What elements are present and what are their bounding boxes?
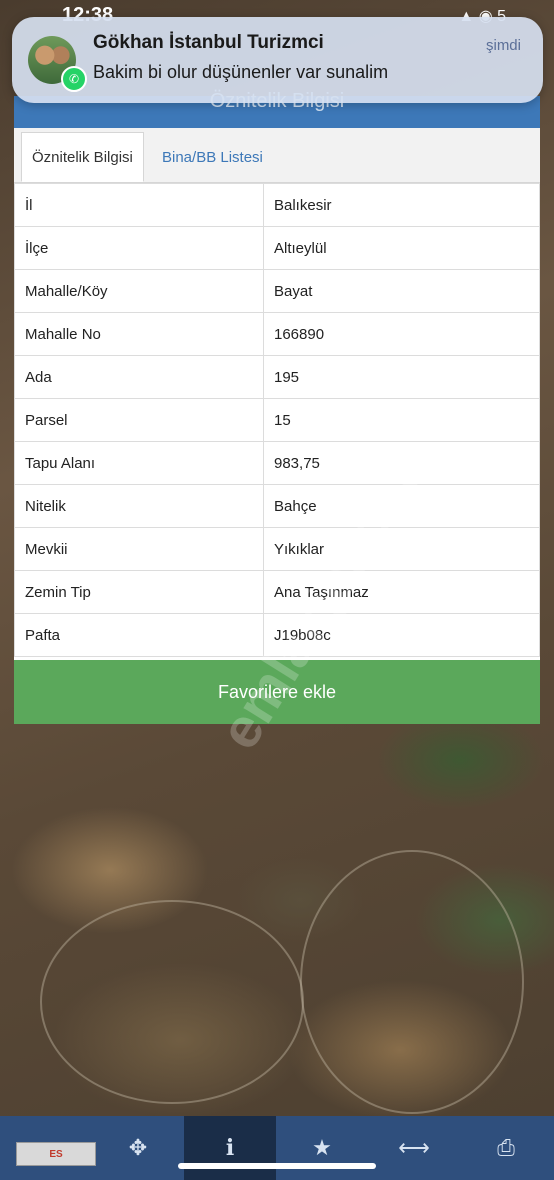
add-favorite-button[interactable]: Favorilere ekle [14, 660, 540, 724]
attribute-key: Nitelik [14, 484, 264, 528]
attribute-key: Zemin Tip [14, 570, 264, 614]
table-row: İlçe Altıeylül [14, 226, 540, 270]
table-row: Mahalle/Köy Bayat [14, 269, 540, 313]
attribute-key: Mahalle No [14, 312, 264, 356]
table-row: Ada 195 [14, 355, 540, 399]
attribute-key: Ada [14, 355, 264, 399]
attribute-value: 15 [263, 398, 540, 442]
bottom-toolbar: ES ✥ i ★ ⟷ ⎙ [0, 1116, 554, 1180]
attribute-key: Mevkii [14, 527, 264, 571]
table-row: Mahalle No 166890 [14, 312, 540, 356]
map-road [40, 900, 304, 1104]
attribute-key: Mahalle/Köy [14, 269, 264, 313]
home-indicator[interactable] [178, 1163, 376, 1169]
tab-attribute-info[interactable]: Öznitelik Bilgisi [21, 132, 144, 182]
notification-banner[interactable]: ✆ Gökhan İstanbul Turizmci Bakim bi olur… [12, 17, 543, 103]
attribute-key: Tapu Alanı [14, 441, 264, 485]
info-icon[interactable]: i [184, 1116, 276, 1180]
table-row: Nitelik Bahçe [14, 484, 540, 528]
table-row: Zemin Tip Ana Taşınmaz [14, 570, 540, 614]
attribute-value: 195 [263, 355, 540, 399]
whatsapp-icon: ✆ [61, 66, 87, 92]
print-icon[interactable]: ⎙ [460, 1116, 552, 1180]
attribute-key: Pafta [14, 613, 264, 657]
tab-bar: Öznitelik Bilgisi Bina/BB Listesi [14, 128, 540, 183]
attribute-value: Yıkıklar [263, 527, 540, 571]
attribute-panel: Öznitelik Bilgisi Bina/BB Listesi İl Balı… [14, 128, 540, 660]
star-icon[interactable]: ★ [276, 1116, 368, 1180]
attribute-key: İlçe [14, 226, 264, 270]
map-road [300, 850, 524, 1114]
attribute-value: Bayat [263, 269, 540, 313]
notification-time: şimdi [485, 37, 521, 54]
table-row: Pafta J19b08c [14, 613, 540, 657]
attribute-key: Parsel [14, 398, 264, 442]
measure-icon[interactable]: ⟷ [368, 1116, 460, 1180]
attribute-value: Bahçe [263, 484, 540, 528]
attribute-value: J19b08c [263, 613, 540, 657]
logo: ES [16, 1142, 96, 1166]
table-row: Parsel 15 [14, 398, 540, 442]
table-row: Tapu Alanı 983,75 [14, 441, 540, 485]
attribute-value: 166890 [263, 312, 540, 356]
attribute-value: Ana Taşınmaz [263, 570, 540, 614]
attribute-table: İl Balıkesir İlçe Altıeylül Mahalle/Köy Bayat… [14, 183, 540, 657]
tab-building-list[interactable]: Bina/BB Listesi [152, 132, 273, 182]
attribute-key: İl [14, 183, 264, 227]
table-row: İl Balıkesir [14, 183, 540, 227]
locate-icon[interactable]: ✥ [92, 1116, 184, 1180]
attribute-value: Altıeylül [263, 226, 540, 270]
attribute-value: Balıkesir [263, 183, 540, 227]
table-row: Mevkii Yıkıklar [14, 527, 540, 571]
notification-body: Bakim bi olur düşünenler var sunalim [93, 62, 389, 82]
attribute-value: 983,75 [263, 441, 540, 485]
notification-title: Gökhan İstanbul Turizmci [93, 32, 324, 53]
